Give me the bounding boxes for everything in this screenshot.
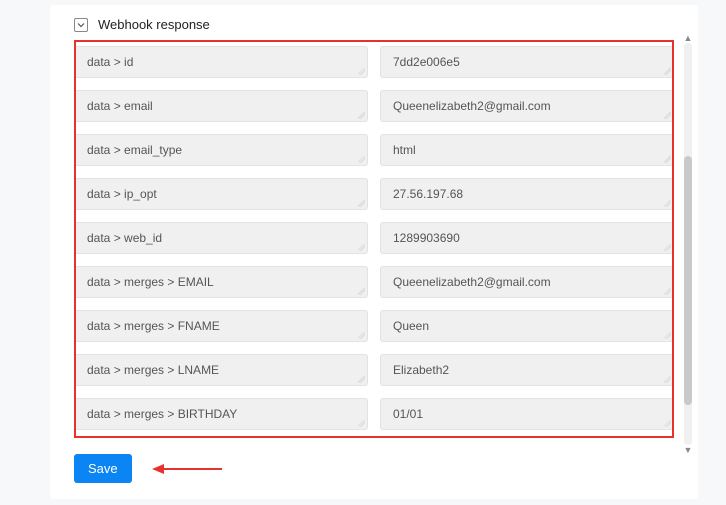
collapse-toggle[interactable] [74,18,88,32]
value-field[interactable]: 7dd2e006e5 [380,46,674,78]
response-row: data > merges > EMAIL Queenelizabeth2@gm… [74,266,674,298]
value-field[interactable]: 27.56.197.68 [380,178,674,210]
response-row: data > email_type html [74,134,674,166]
key-field[interactable]: data > email [74,90,368,122]
panel-title: Webhook response [98,17,210,32]
response-row: data > merges > BIRTHDAY 01/01 [74,398,674,430]
key-field[interactable]: data > merges > LNAME [74,354,368,386]
save-button[interactable]: Save [74,454,132,483]
key-field[interactable]: data > merges > BIRTHDAY [74,398,368,430]
value-field[interactable]: 01/01 [380,398,674,430]
response-row: data > merges > FNAME Queen [74,310,674,342]
response-row: data > ip_opt 27.56.197.68 [74,178,674,210]
scroll-up-icon[interactable]: ▲ [683,33,693,43]
arrow-annotation-icon [152,462,222,476]
response-rows: data > id 7dd2e006e5 data > email Queene… [74,46,674,430]
scrollbar-thumb[interactable] [684,156,692,405]
value-field[interactable]: html [380,134,674,166]
key-field[interactable]: data > web_id [74,222,368,254]
response-row: data > email Queenelizabeth2@gmail.com [74,90,674,122]
value-field[interactable]: Queen [380,310,674,342]
panel-header: Webhook response [50,5,698,46]
key-field[interactable]: data > ip_opt [74,178,368,210]
response-row: data > id 7dd2e006e5 [74,46,674,78]
scrollbar-track[interactable] [684,43,692,445]
scroll-down-icon[interactable]: ▼ [683,445,693,455]
chevron-down-icon [77,21,85,29]
key-field[interactable]: data > merges > FNAME [74,310,368,342]
content-area: data > id 7dd2e006e5 data > email Queene… [50,46,698,438]
value-field[interactable]: Elizabeth2 [380,354,674,386]
webhook-response-panel: Webhook response data > id 7dd2e006e5 da… [50,5,698,499]
value-field[interactable]: 1289903690 [380,222,674,254]
value-field[interactable]: Queenelizabeth2@gmail.com [380,266,674,298]
value-field[interactable]: Queenelizabeth2@gmail.com [380,90,674,122]
key-field[interactable]: data > id [74,46,368,78]
response-row: data > merges > LNAME Elizabeth2 [74,354,674,386]
key-field[interactable]: data > merges > EMAIL [74,266,368,298]
response-row: data > web_id 1289903690 [74,222,674,254]
panel-footer: Save [50,438,698,499]
key-field[interactable]: data > email_type [74,134,368,166]
